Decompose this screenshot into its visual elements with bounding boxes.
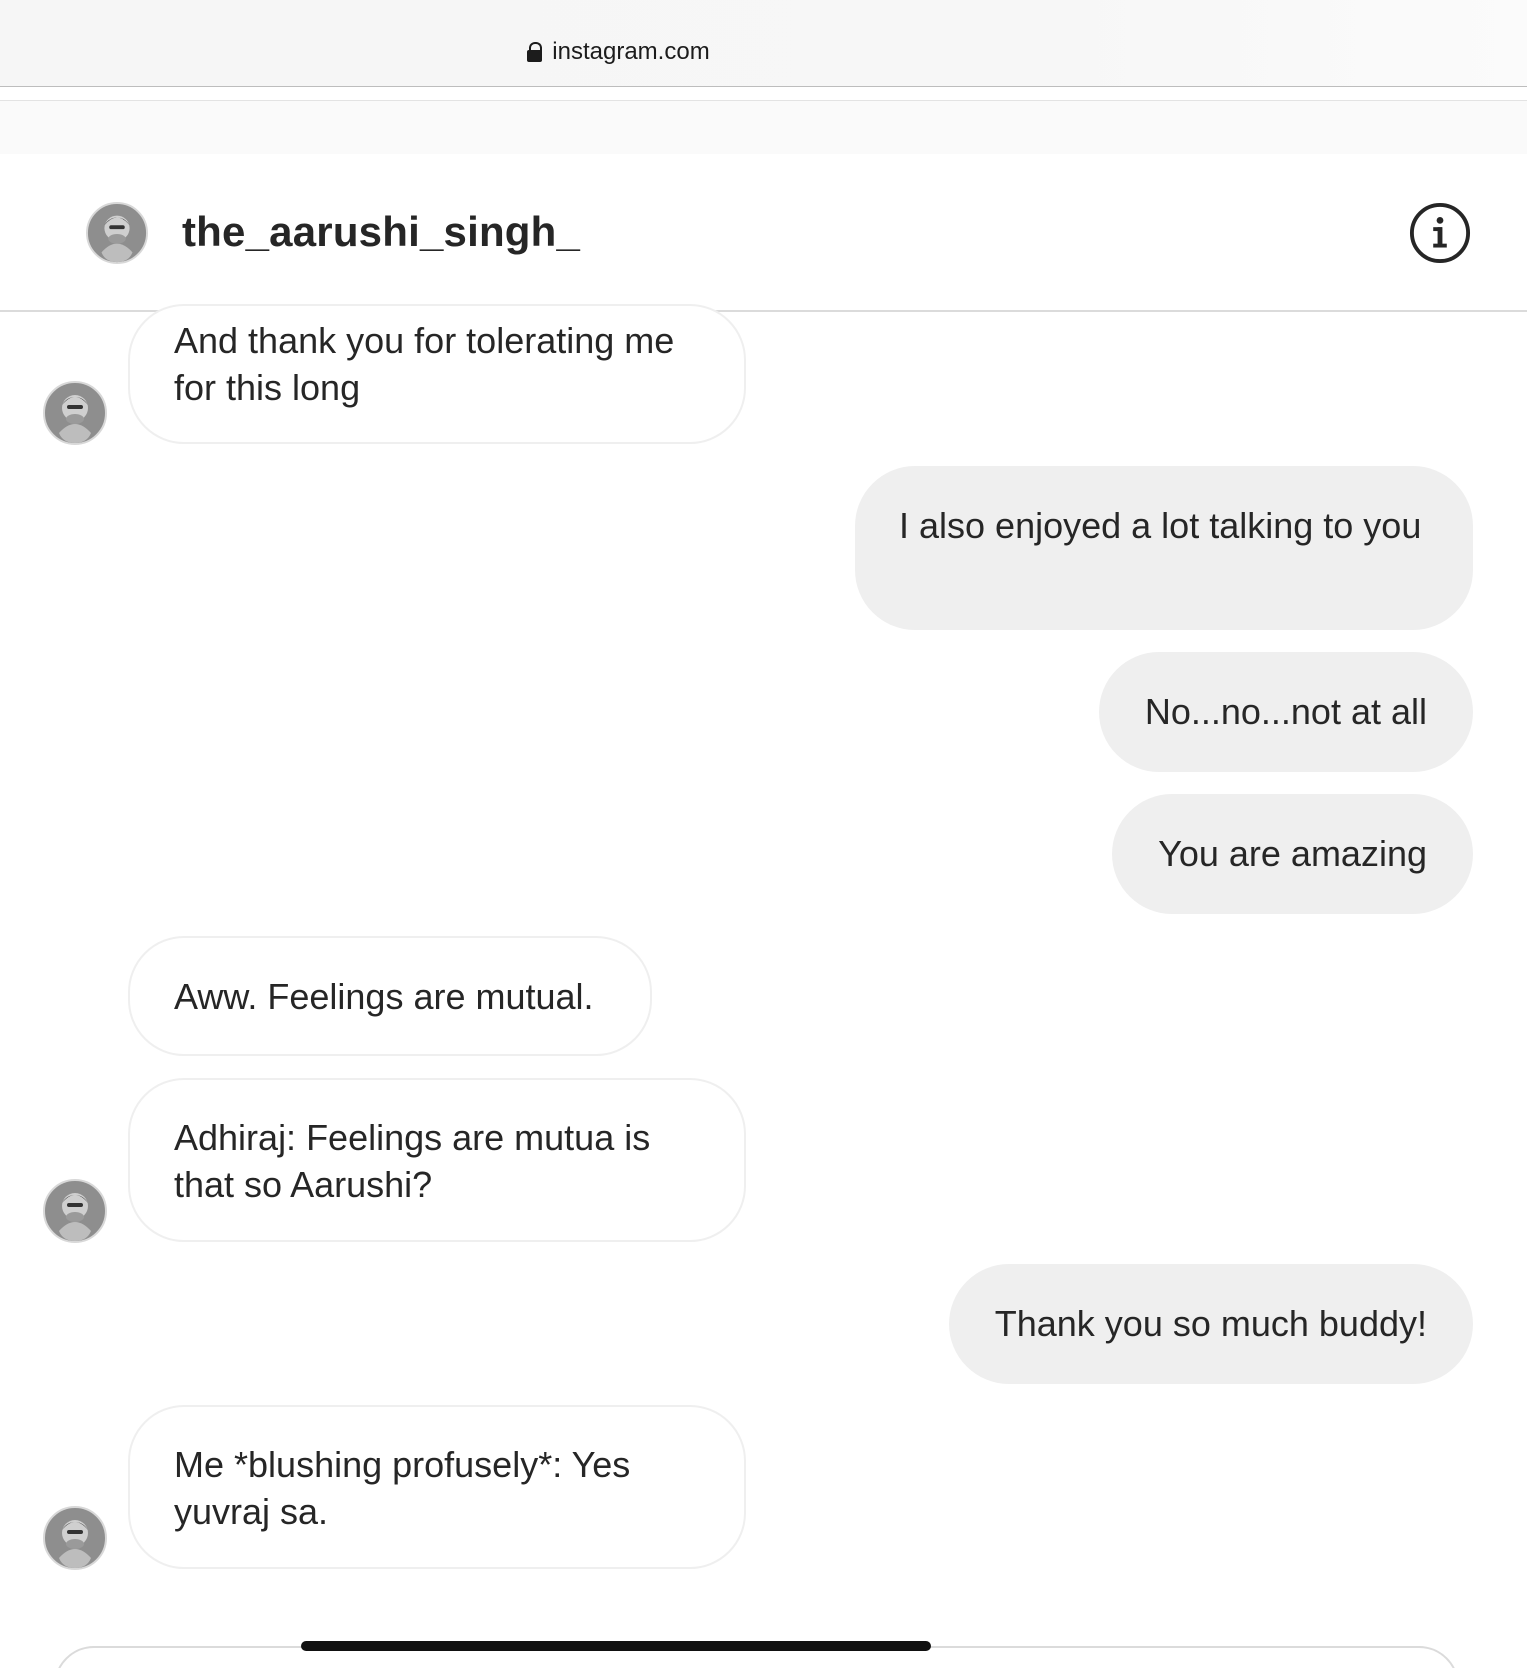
message-bubble-outgoing[interactable]: You are amazing (1112, 794, 1473, 914)
message-text: Me *blushing profusely*: Yes yuvraj sa. (174, 1444, 631, 1532)
message-bubble-incoming[interactable]: Aww. Feelings are mutual. (128, 936, 652, 1056)
message-text: Aww. Feelings are mutual. (174, 976, 594, 1017)
home-indicator (301, 1641, 931, 1651)
message-text: Adhiraj: Feelings are mutua is that so A… (174, 1117, 651, 1205)
instagram-dm-screen: instagram.com the_aarushi_singh_ And tha… (0, 0, 1527, 1668)
toolbar-strip (0, 100, 1527, 155)
message-text: No...no...not at all (1144, 691, 1427, 732)
message-text: And thank you for tolerating me for this… (174, 320, 675, 408)
lock-icon (527, 42, 543, 62)
message-bubble-incoming[interactable]: Me *blushing profusely*: Yes yuvraj sa. (128, 1405, 746, 1569)
sender-avatar[interactable] (43, 381, 107, 445)
chat-header: the_aarushi_singh_ (0, 154, 1527, 312)
sender-avatar[interactable] (43, 1179, 107, 1243)
message-bubble-outgoing[interactable]: I also enjoyed a lot talking to you (855, 466, 1473, 630)
url-display[interactable]: instagram.com (0, 38, 1237, 66)
message-bubble-outgoing[interactable]: No...no...not at all (1098, 652, 1473, 772)
message-text: I also enjoyed a lot talking to you (899, 505, 1422, 546)
message-text: Thank you so much buddy! (994, 1303, 1427, 1344)
sender-avatar[interactable] (43, 1506, 107, 1570)
message-bubble-incoming[interactable]: Adhiraj: Feelings are mutua is that so A… (128, 1078, 746, 1242)
message-bubble-outgoing[interactable]: Thank you so much buddy! (948, 1264, 1473, 1384)
chat-username[interactable]: the_aarushi_singh_ (182, 208, 580, 256)
info-icon[interactable] (1409, 202, 1471, 264)
message-bubble-incoming[interactable]: And thank you for tolerating me for this… (128, 304, 746, 444)
message-text: You are amazing (1158, 833, 1427, 874)
profile-avatar[interactable] (86, 202, 148, 264)
url-text: instagram.com (552, 38, 710, 65)
browser-url-bar[interactable]: instagram.com (0, 0, 1527, 87)
